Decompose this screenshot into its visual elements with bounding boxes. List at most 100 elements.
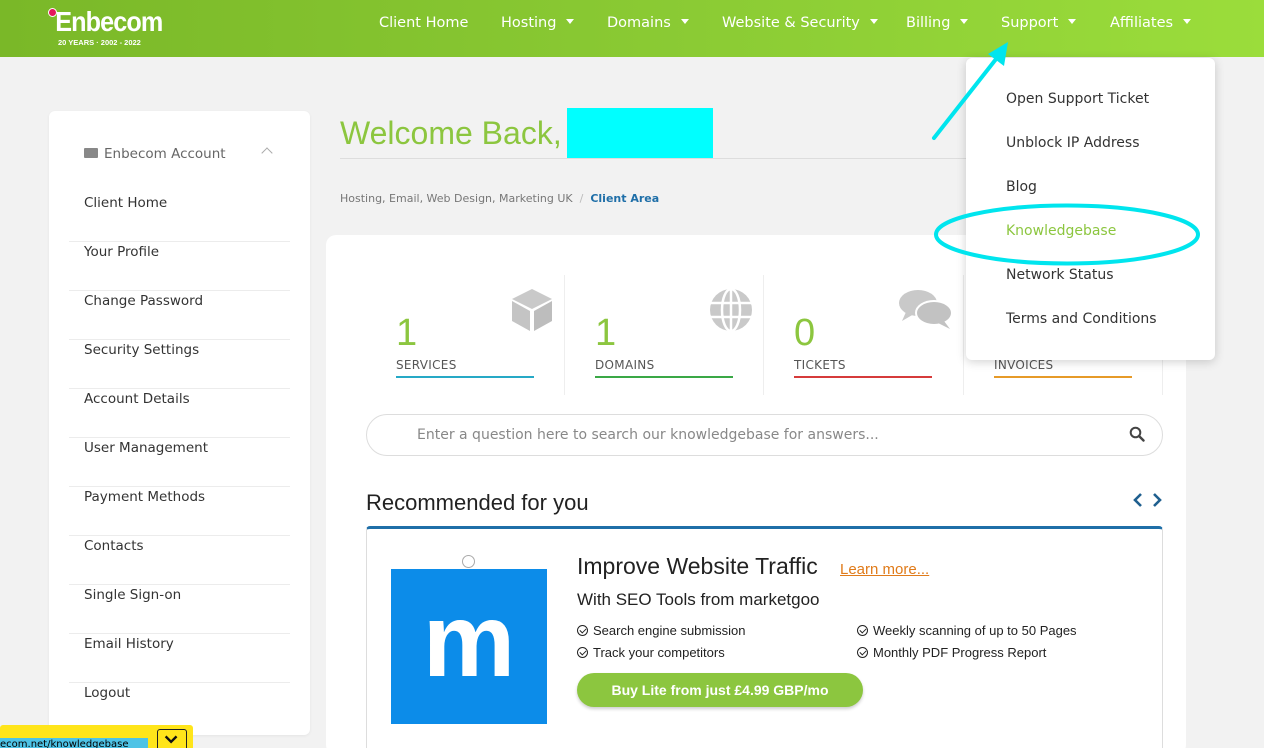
nav-label: Website & Security <box>722 15 860 31</box>
sidebar-item-label: User Management <box>84 440 208 456</box>
nav-label: Support <box>1001 15 1059 31</box>
stat-label: SERVICES <box>396 358 457 372</box>
sidebar-item-label: Contacts <box>84 538 144 554</box>
stat-value: 0 <box>794 312 816 354</box>
nav-affiliates[interactable]: Affiliates <box>1110 15 1192 31</box>
knowledgebase-search <box>366 414 1163 456</box>
promo-title: Improve Website Traffic <box>577 553 818 579</box>
stat-divider <box>763 275 764 395</box>
status-url: ecom.net/knowledgebase <box>0 738 148 748</box>
breadcrumb-separator: / <box>579 192 584 205</box>
expand-toggle[interactable] <box>157 729 187 748</box>
caret-down-icon <box>680 18 689 24</box>
stat-underline <box>595 376 733 378</box>
check-circle-icon <box>857 647 868 658</box>
sidebar-item-account-details[interactable]: Account Details <box>69 389 290 438</box>
menu-item-terms[interactable]: Terms and Conditions <box>1006 311 1157 327</box>
id-card-icon <box>84 148 98 158</box>
menu-item-network-status[interactable]: Network Status <box>1006 267 1114 283</box>
sidebar-item-contacts[interactable]: Contacts <box>69 536 290 585</box>
search-input[interactable] <box>417 415 1117 455</box>
buy-lite-button[interactable]: Buy Lite from just £4.99 GBP/mo <box>577 673 863 707</box>
stat-domains[interactable]: 1 DOMAINS <box>595 275 795 395</box>
caret-down-icon <box>869 18 878 24</box>
menu-item-open-support-ticket[interactable]: Open Support Ticket <box>1006 91 1149 107</box>
sidebar-item-your-profile[interactable]: Your Profile <box>69 242 290 291</box>
sidebar-header-label: Enbecom Account <box>104 146 226 162</box>
nav-client-home[interactable]: Client Home <box>379 15 468 31</box>
top-navbar: Enbecom 20 YEARS · 2002 - 2022 Client Ho… <box>0 0 1264 57</box>
promo-subtitle: With SEO Tools from marketgoo <box>577 590 820 609</box>
sidebar-item-label: Change Password <box>84 293 204 309</box>
globe-icon <box>710 287 752 333</box>
check-circle-icon <box>577 647 588 658</box>
comments-icon <box>899 290 953 329</box>
stat-divider <box>564 275 565 395</box>
nav-label: Client Home <box>379 15 469 31</box>
search-icon[interactable] <box>1129 426 1145 442</box>
caret-down-icon <box>960 18 969 24</box>
chevron-down-icon <box>164 735 178 744</box>
sidebar-item-user-management[interactable]: User Management <box>69 438 290 487</box>
stat-underline <box>994 376 1132 378</box>
stat-underline <box>794 376 932 378</box>
stat-underline <box>396 376 534 378</box>
breadcrumb: Hosting, Email, Web Design, Marketing UK… <box>340 192 659 205</box>
menu-item-unblock-ip[interactable]: Unblock IP Address <box>1006 135 1140 151</box>
stat-label: INVOICES <box>994 358 1054 372</box>
feature-label: Monthly PDF Progress Report <box>873 645 1047 660</box>
nav-billing[interactable]: Billing <box>906 15 969 31</box>
chevron-right-icon[interactable] <box>1150 492 1164 508</box>
breadcrumb-root[interactable]: Hosting, Email, Web Design, Marketing UK <box>340 192 573 205</box>
logo-name: Enbecom <box>55 6 163 37</box>
feature-item: Track your competitors <box>577 645 725 660</box>
check-circle-icon <box>857 625 868 636</box>
redacted-username <box>567 108 713 158</box>
recommended-title: Recommended for you <box>366 490 589 515</box>
nav-hosting[interactable]: Hosting <box>501 15 575 31</box>
caret-down-icon <box>1068 18 1077 24</box>
sidebar-item-label: Security Settings <box>84 342 200 358</box>
menu-item-blog[interactable]: Blog <box>1006 179 1037 195</box>
page-title: Welcome Back, <box>340 115 562 151</box>
stat-services[interactable]: 1 SERVICES <box>396 275 596 395</box>
box-icon <box>512 289 552 331</box>
stat-label: TICKETS <box>794 358 846 372</box>
logo-tagline: 20 YEARS · 2002 - 2022 <box>58 38 141 47</box>
nav-website-security[interactable]: Website & Security <box>722 15 878 31</box>
stat-divider <box>963 275 964 395</box>
menu-item-knowledgebase[interactable]: Knowledgebase <box>1006 223 1116 239</box>
sidebar-item-label: Your Profile <box>84 244 160 260</box>
sidebar-item-change-password[interactable]: Change Password <box>69 291 290 340</box>
chevron-left-icon[interactable] <box>1131 492 1145 508</box>
caret-down-icon <box>1183 18 1192 24</box>
sidebar-item-security-settings[interactable]: Security Settings <box>69 340 290 389</box>
nav-domains[interactable]: Domains <box>607 15 689 31</box>
sidebar-item-label: Single Sign-on <box>84 587 182 603</box>
nav-label: Affiliates <box>1110 15 1174 31</box>
sidebar-item-label: Account Details <box>84 391 190 407</box>
caret-down-icon <box>566 18 575 24</box>
logo-letter: m <box>422 582 516 699</box>
stat-tickets[interactable]: 0 TICKETS <box>794 275 994 395</box>
feature-label: Weekly scanning of up to 50 Pages <box>873 623 1077 638</box>
stat-value: 1 <box>595 312 617 354</box>
feature-label: Search engine submission <box>593 623 746 638</box>
sidebar-item-client-home[interactable]: Client Home <box>69 193 290 242</box>
sidebar-item-single-sign-on[interactable]: Single Sign-on <box>69 585 290 634</box>
feature-item: Search engine submission <box>577 623 745 638</box>
sidebar-item-payment-methods[interactable]: Payment Methods <box>69 487 290 536</box>
carousel-prev-icon[interactable] <box>462 555 475 568</box>
sidebar-item-label: Payment Methods <box>84 489 206 505</box>
stat-value: 1 <box>396 312 418 354</box>
learn-more-link[interactable]: Learn more... <box>840 561 929 578</box>
sidebar-header[interactable]: Enbecom Account <box>84 146 226 162</box>
nav-label: Hosting <box>501 15 557 31</box>
sidebar-item-email-history[interactable]: Email History <box>69 634 290 683</box>
nav-support[interactable]: Support <box>1001 15 1077 31</box>
stat-label: DOMAINS <box>595 358 655 372</box>
chevron-up-icon[interactable] <box>261 147 273 159</box>
enbecom-logo[interactable]: Enbecom 20 YEARS · 2002 - 2022 <box>48 6 175 47</box>
sidebar-item-label: Email History <box>84 636 174 652</box>
sidebar-item-label: Logout <box>84 685 131 701</box>
